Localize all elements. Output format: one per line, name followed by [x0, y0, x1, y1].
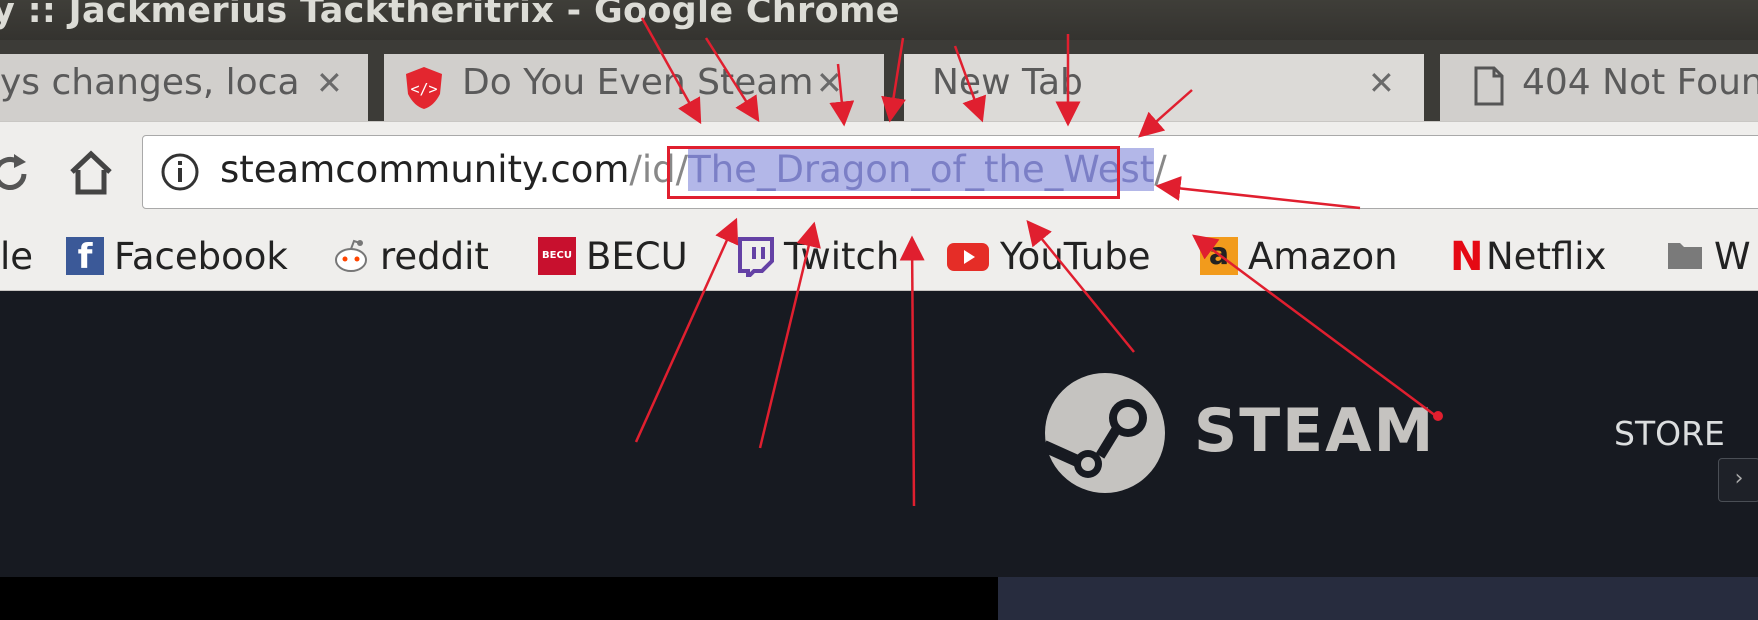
annotation-arrow — [704, 37, 760, 123]
annotation-dot — [1433, 411, 1443, 421]
annotation-arrow — [1155, 176, 1361, 210]
annotation-arrow — [881, 37, 906, 123]
annotation-arrow — [758, 221, 821, 449]
annotation-arrow — [1026, 220, 1135, 353]
annotation-arrow — [640, 17, 702, 125]
annotation-arrow — [634, 217, 739, 443]
annotation-arrow — [953, 45, 987, 123]
annotation-arrow — [1191, 234, 1437, 418]
annotation-arrow — [829, 63, 855, 127]
annotation-arrow — [899, 235, 925, 507]
annotation-arrow — [1138, 89, 1193, 138]
annotation-arrows — [634, 17, 1443, 507]
